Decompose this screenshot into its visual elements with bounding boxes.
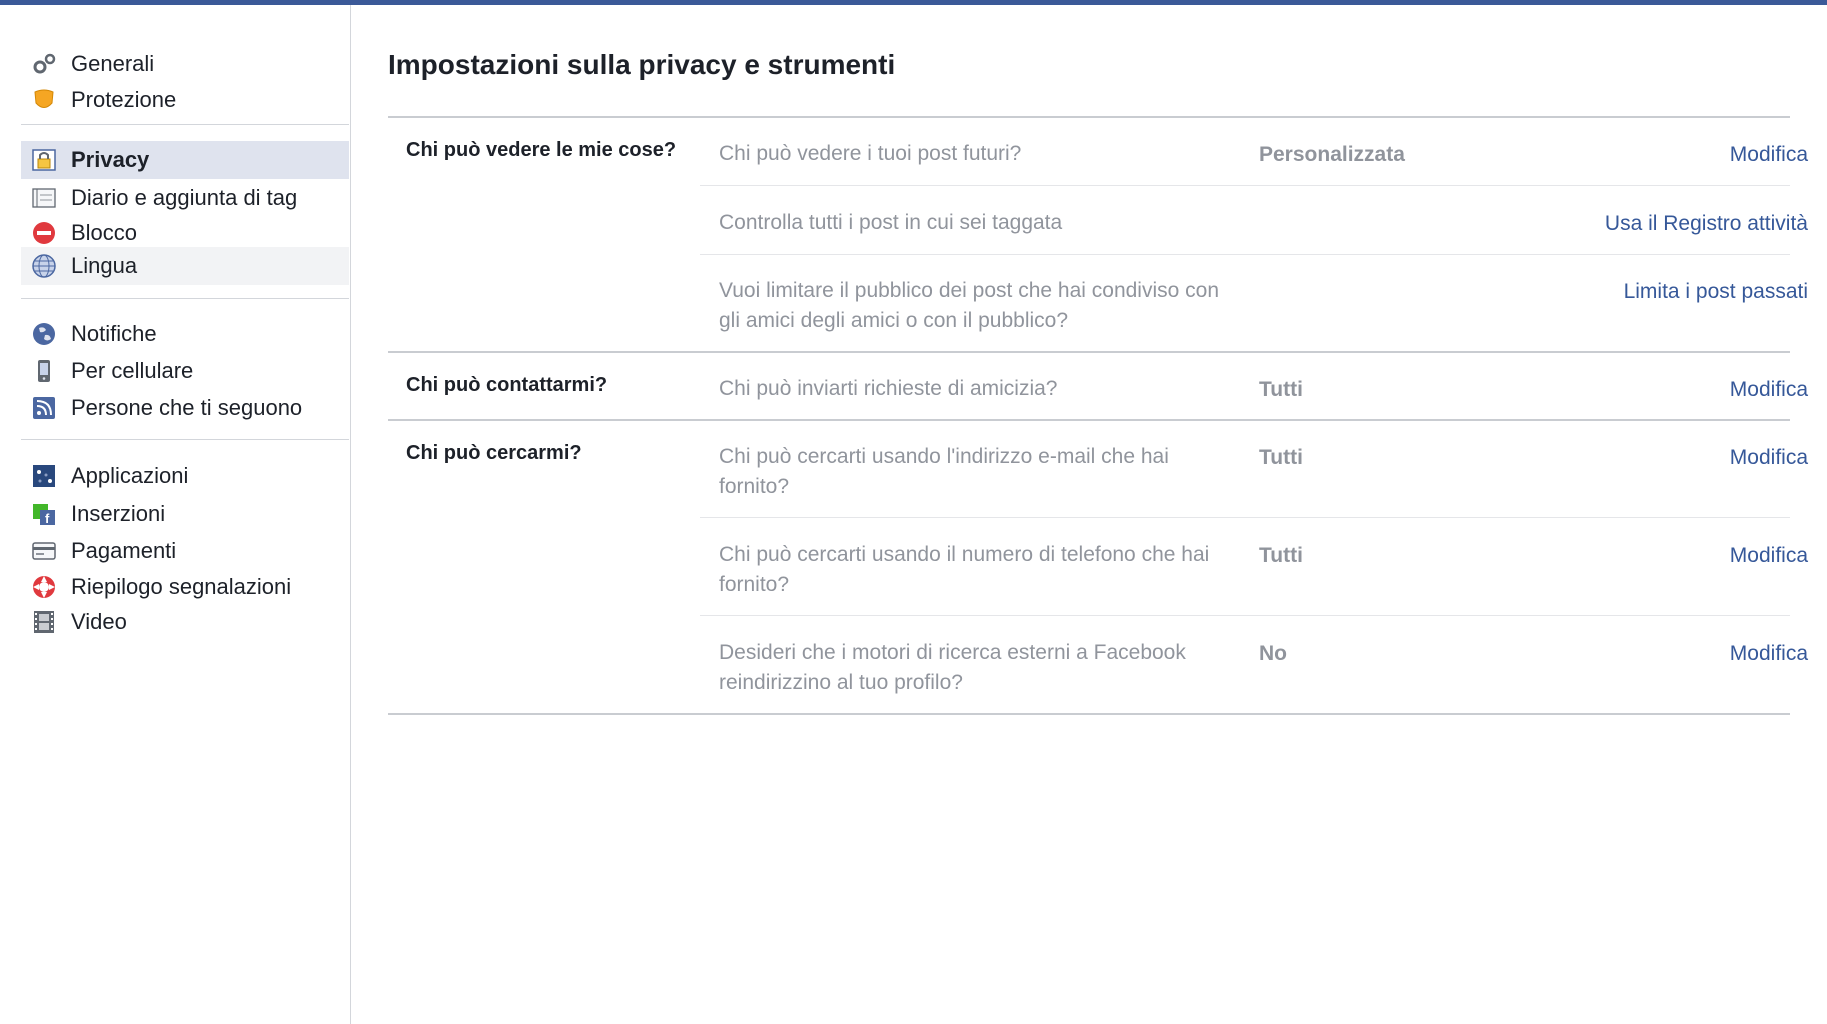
block-icon (31, 220, 57, 246)
mobile-icon (31, 358, 57, 384)
sidebar-item-label: Lingua (71, 253, 138, 278)
film-icon (31, 609, 57, 635)
shield-icon (31, 87, 57, 113)
sidebar-item-label: Privacy (71, 147, 150, 172)
sidebar-item-segnalazioni[interactable]: Riepilogo segnalazioni (21, 568, 349, 606)
sidebar-item-label: Pagamenti (71, 538, 177, 563)
limit-past-posts-link[interactable]: Limita i post passati (1624, 280, 1808, 304)
row-question: Vuoi limitare il pubblico dei post che h… (719, 279, 1220, 332)
row-value: Tutti (1259, 378, 1303, 401)
section-label-who-can-see: Chi può vedere le mie cose? (406, 139, 677, 161)
sidebar-item-protezione[interactable]: Protezione (21, 81, 349, 119)
sidebar-item-label: Blocco (71, 220, 138, 245)
row-divider (700, 615, 1790, 616)
sidebar-item-diario[interactable]: Diario e aggiunta di tag (21, 179, 349, 217)
rss-icon (31, 395, 57, 421)
sidebar-item-label: Persone che ti seguono (71, 395, 303, 420)
section-label-who-can-contact: Chi può contattarmi? (406, 374, 608, 396)
sidebar-item-cellulare[interactable]: Per cellulare (21, 352, 349, 390)
sidebar-item-applicazioni[interactable]: Applicazioni (21, 457, 349, 495)
sidebar-divider (21, 124, 349, 125)
globe-icon (31, 253, 57, 279)
apps-icon (31, 463, 57, 489)
gears-icon (31, 51, 57, 77)
section-divider (388, 351, 1790, 353)
row-question: Chi può inviarti richieste di amicizia? (719, 377, 1058, 400)
edit-email-lookup-link[interactable]: Modifica (1730, 446, 1808, 470)
lifebuoy-icon (31, 574, 57, 600)
row-question: Controlla tutti i post in cui sei taggat… (719, 211, 1063, 234)
activity-log-link[interactable]: Usa il Registro attività (1605, 212, 1808, 236)
settings-sidebar: Generali Protezione Privacy Diario e agg… (0, 5, 351, 1024)
row-question: Chi può vedere i tuoi post futuri? (719, 142, 1022, 165)
sidebar-item-generali[interactable]: Generali (21, 45, 349, 83)
edit-friend-requests-link[interactable]: Modifica (1730, 378, 1808, 402)
sidebar-item-video[interactable]: Video (21, 603, 349, 641)
page-title: Impostazioni sulla privacy e strumenti (388, 49, 896, 80)
sidebar-divider (21, 439, 349, 440)
sidebar-item-follower[interactable]: Persone che ti seguono (21, 389, 349, 427)
sidebar-item-label: Applicazioni (71, 463, 189, 488)
sidebar-divider (21, 298, 349, 299)
sidebar-item-label: Video (71, 609, 127, 634)
section-divider (388, 419, 1790, 421)
edit-phone-lookup-link[interactable]: Modifica (1730, 544, 1808, 568)
sidebar-item-privacy[interactable]: Privacy (21, 141, 349, 179)
section-divider (388, 116, 1790, 118)
row-value: Personalizzata (1259, 143, 1405, 166)
sidebar-item-label: Riepilogo segnalazioni (71, 574, 292, 599)
edit-future-posts-link[interactable]: Modifica (1730, 143, 1808, 167)
timeline-icon (31, 185, 57, 211)
row-question: Chi può cercarti usando il numero di tel… (719, 543, 1210, 596)
row-divider (700, 517, 1790, 518)
sidebar-item-label: Notifiche (71, 321, 157, 346)
sidebar-item-label: Diario e aggiunta di tag (71, 185, 298, 210)
sidebar-item-label: Protezione (71, 87, 177, 112)
section-label-who-can-find: Chi può cercarmi? (406, 442, 582, 464)
row-divider (700, 254, 1790, 255)
row-value: Tutti (1259, 544, 1303, 567)
sidebar-item-notifiche[interactable]: Notifiche (21, 315, 349, 353)
sidebar-item-pagamenti[interactable]: Pagamenti (21, 532, 349, 570)
row-value: No (1259, 642, 1287, 665)
section-divider (388, 713, 1790, 715)
row-value: Tutti (1259, 446, 1303, 469)
sidebar-item-label: Inserzioni (71, 501, 166, 526)
sidebar-item-lingua[interactable]: Lingua (21, 247, 349, 285)
sidebar-item-label: Generali (71, 51, 155, 76)
sidebar-item-label: Per cellulare (71, 358, 194, 383)
row-divider (700, 185, 1790, 186)
edit-search-engines-link[interactable]: Modifica (1730, 642, 1808, 666)
svg-text:f: f (45, 511, 50, 526)
row-question: Desideri che i motori di ricerca esterni… (719, 641, 1186, 694)
sidebar-item-inserzioni[interactable]: f Inserzioni (21, 495, 349, 533)
privacy-settings-panel: Impostazioni sulla privacy e strumenti C… (351, 5, 1827, 1024)
card-icon (31, 538, 57, 564)
globe-notification-icon (31, 321, 57, 347)
row-question: Chi può cercarti usando l'indirizzo e-ma… (719, 445, 1169, 498)
lock-icon (31, 147, 57, 173)
ads-icon: f (31, 501, 57, 527)
